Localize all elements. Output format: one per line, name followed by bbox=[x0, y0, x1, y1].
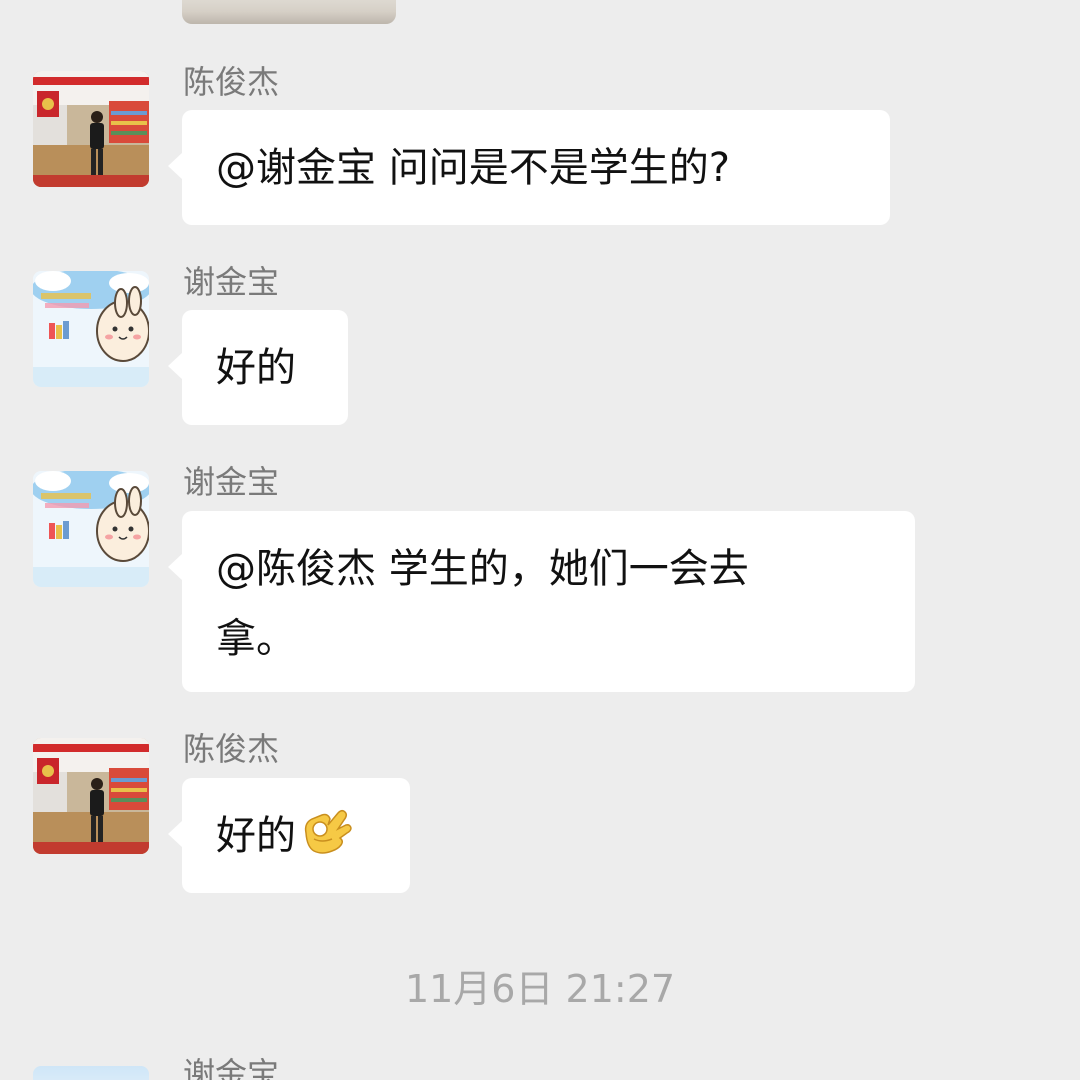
message-bubble[interactable]: 好的 bbox=[168, 778, 410, 893]
message-bubble[interactable]: @谢金宝 问问是不是学生的? bbox=[168, 110, 890, 225]
avatar-xie[interactable] bbox=[33, 271, 149, 387]
message-bubble[interactable]: 好的 bbox=[168, 310, 348, 425]
avatar-chen[interactable] bbox=[33, 738, 149, 854]
sender-name: 谢金宝 bbox=[183, 263, 280, 301]
sender-name: 陈俊杰 bbox=[183, 730, 280, 768]
avatar-chen[interactable] bbox=[33, 71, 149, 187]
avatar-xie[interactable] bbox=[33, 1066, 149, 1080]
sender-name: 谢金宝 bbox=[183, 1055, 280, 1080]
previous-image-message[interactable] bbox=[182, 0, 396, 24]
message-text: 好的 bbox=[216, 345, 296, 391]
message-text-line: 拿。 bbox=[216, 616, 296, 662]
timestamp: 11月6日 21:27 bbox=[404, 967, 676, 1011]
message-text-line: @陈俊杰 学生的，她们一会去 bbox=[216, 546, 749, 592]
chat-window: 陈俊杰 @谢金宝 问问是不是学生的? 谢金宝 好的 谢金宝 @陈俊杰 学生的，她… bbox=[0, 0, 1080, 1080]
ok-hand-icon bbox=[298, 803, 354, 881]
sender-name: 陈俊杰 bbox=[183, 63, 280, 101]
avatar-xie[interactable] bbox=[33, 471, 149, 587]
message-text: 好的 bbox=[216, 813, 296, 859]
message-text: @谢金宝 问问是不是学生的? bbox=[216, 145, 730, 191]
sender-name: 谢金宝 bbox=[183, 463, 280, 501]
message-bubble[interactable]: @陈俊杰 学生的，她们一会去 拿。 bbox=[168, 511, 915, 692]
